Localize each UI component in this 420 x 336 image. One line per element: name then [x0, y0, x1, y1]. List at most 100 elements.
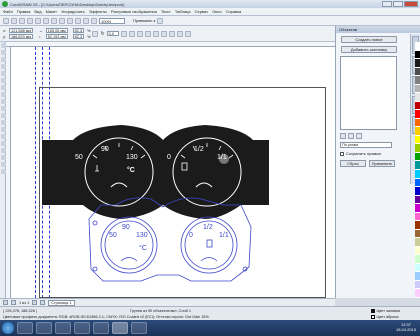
palette-swatch[interactable]	[415, 187, 420, 196]
scale-width-field[interactable]: 82,3	[72, 27, 85, 33]
palette-swatch[interactable]	[415, 204, 420, 213]
mirror-h-icon[interactable]	[120, 30, 127, 37]
palette-swatch[interactable]	[415, 161, 420, 170]
taskbar-app[interactable]	[36, 322, 52, 334]
close-button[interactable]	[404, 1, 418, 7]
palette-swatch[interactable]	[415, 221, 420, 230]
menu-window[interactable]: Окно	[212, 9, 221, 14]
print-icon[interactable]	[27, 17, 33, 24]
eyedropper-tool-icon[interactable]	[0, 148, 6, 153]
drawing-canvas[interactable]: 50 90 130 °C 0 1/2 1/1 50 90 130 °C 0 1/…	[11, 47, 335, 298]
pick-tool-icon[interactable]	[0, 43, 6, 48]
scale-height-field[interactable]: 82,3	[72, 33, 85, 39]
keep-straight-checkbox[interactable]	[340, 151, 344, 156]
rectangle-tool-icon[interactable]	[0, 85, 6, 90]
interactive-fill-tool-icon[interactable]	[0, 169, 6, 174]
intersect-icon[interactable]	[168, 30, 175, 37]
last-page-icon[interactable]	[40, 300, 46, 305]
palette-swatch[interactable]	[415, 263, 420, 273]
start-button[interactable]	[2, 322, 14, 334]
palette-swatch[interactable]	[415, 59, 420, 68]
smart-fill-tool-icon[interactable]	[0, 78, 6, 83]
new-icon[interactable]	[3, 17, 9, 24]
open-icon[interactable]	[11, 17, 17, 24]
ungroup-icon[interactable]	[144, 30, 151, 37]
mode-select[interactable]: По углам	[340, 142, 392, 148]
palette-swatch[interactable]	[415, 144, 420, 153]
connector-tool-icon[interactable]	[0, 134, 6, 139]
taskbar-app-coreldraw[interactable]	[112, 322, 128, 334]
reset-button[interactable]: Сброс	[340, 160, 366, 167]
maximize-button[interactable]	[393, 1, 403, 7]
y-field[interactable]: 186,823 мм	[8, 33, 33, 39]
taskbar-app[interactable]	[74, 322, 90, 334]
palette-swatch[interactable]	[415, 50, 420, 60]
cut-icon[interactable]	[35, 17, 41, 24]
blend-tool-icon[interactable]	[0, 141, 6, 146]
menu-text[interactable]: Текст	[161, 9, 171, 14]
taskbar-app[interactable]	[17, 322, 33, 334]
palette-swatch[interactable]	[415, 280, 420, 290]
palette-swatch[interactable]	[415, 42, 420, 51]
create-new-button[interactable]: Создать новое	[341, 36, 397, 43]
menu-effects[interactable]: Эффекты	[89, 9, 107, 14]
menu-file[interactable]: Файл	[3, 9, 13, 14]
basic-shapes-tool-icon[interactable]	[0, 106, 6, 111]
palette-swatch[interactable]	[415, 84, 420, 94]
menu-help[interactable]: Справка	[226, 9, 242, 14]
align-icon[interactable]	[176, 30, 183, 37]
menu-layout[interactable]: Макет	[46, 9, 57, 14]
palette-swatch[interactable]	[415, 289, 420, 298]
save-icon[interactable]	[19, 17, 25, 24]
palette-swatch[interactable]	[415, 246, 420, 256]
x-field[interactable]: 121,568 мм	[8, 27, 33, 33]
dimension-tool-icon[interactable]	[0, 127, 6, 132]
lens-frame-icon[interactable]	[356, 133, 362, 139]
mirror-v-icon[interactable]	[128, 30, 135, 37]
palette-swatch[interactable]	[415, 101, 420, 111]
first-page-icon[interactable]	[3, 300, 8, 305]
menu-edit[interactable]: Правка	[17, 9, 31, 14]
menu-tools[interactable]: Сервис	[195, 9, 209, 14]
ellipse-tool-icon[interactable]	[0, 92, 6, 97]
minimize-button[interactable]	[382, 1, 392, 7]
text-tool-icon[interactable]	[0, 113, 6, 118]
palette-swatch[interactable]	[415, 272, 420, 281]
palette-swatch[interactable]	[415, 229, 420, 239]
menu-view[interactable]: Вид	[34, 9, 41, 14]
trim-icon[interactable]	[160, 30, 167, 37]
fill-tool-icon[interactable]	[0, 162, 6, 167]
paste-icon[interactable]	[51, 17, 57, 24]
weld-icon[interactable]	[152, 30, 159, 37]
page-tab[interactable]: Страница 1	[48, 299, 75, 306]
width-field[interactable]: 165,06 мм	[45, 27, 68, 33]
pdf-icon[interactable]	[91, 17, 97, 24]
palette-swatch[interactable]	[415, 195, 420, 205]
zoom-level[interactable]: 100%	[99, 17, 125, 24]
snap-to-label[interactable]: Привязать к	[133, 18, 155, 23]
angle-field[interactable]: 0,0	[106, 31, 119, 36]
shape-tool-icon[interactable]	[0, 50, 6, 55]
prev-page-icon[interactable]	[11, 300, 16, 305]
redo-icon[interactable]	[67, 17, 73, 24]
menu-arrange[interactable]: Упорядочить	[61, 9, 85, 14]
options-icon[interactable]	[157, 17, 164, 24]
export-icon[interactable]	[83, 17, 89, 24]
outline-tool-icon[interactable]	[0, 155, 6, 160]
table-tool-icon[interactable]	[0, 120, 6, 125]
undo-icon[interactable]	[59, 17, 65, 24]
palette-swatch[interactable]	[415, 127, 420, 136]
group-icon[interactable]	[136, 30, 143, 37]
palette-swatch[interactable]	[415, 110, 420, 119]
system-tray[interactable]: 12:37 15.04.2013	[396, 322, 416, 332]
outline-width-icon[interactable]	[184, 30, 191, 37]
taskbar-app[interactable]	[131, 322, 147, 334]
menu-bitmaps[interactable]: Растровые изображения	[111, 9, 157, 14]
lens-square-icon[interactable]	[340, 133, 346, 139]
palette-swatch[interactable]	[415, 178, 420, 188]
lock-ratio-icon[interactable]	[92, 30, 99, 37]
palette-swatch[interactable]	[415, 67, 420, 77]
palette-swatch[interactable]	[415, 152, 420, 162]
taskbar-app[interactable]	[55, 322, 71, 334]
palette-swatch[interactable]	[415, 238, 420, 247]
